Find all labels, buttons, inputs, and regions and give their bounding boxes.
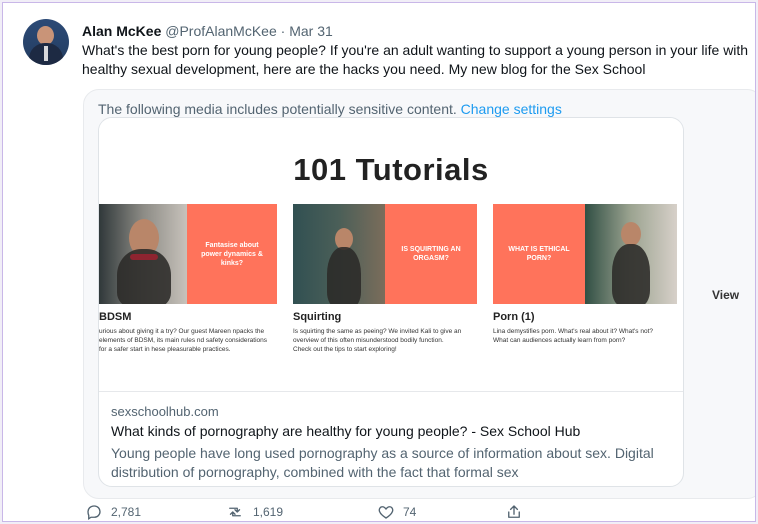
bdsm-title: BDSM	[99, 311, 132, 323]
tweet-container: Alan McKee @ProfAlanMcKee · Mar 31 What'…	[2, 2, 756, 522]
ethical-porn-overlay: WHAT IS ETHICAL PORN?	[493, 204, 585, 304]
tweet-header: Alan McKee @ProfAlanMcKee · Mar 31	[82, 23, 333, 39]
like-count: 74	[403, 505, 417, 519]
view-button[interactable]: View	[712, 288, 739, 302]
squirting-description: Is squirting the same as peeing? We invi…	[293, 328, 462, 353]
retweet-button[interactable]: 1,619	[225, 503, 283, 521]
link-title[interactable]: What kinds of pornography are healthy fo…	[111, 423, 580, 439]
author-name[interactable]: Alan McKee	[82, 23, 161, 39]
reply-icon	[85, 503, 103, 521]
retweet-icon	[225, 503, 245, 521]
collar-icon	[130, 254, 158, 260]
retweet-count: 1,619	[253, 505, 284, 519]
tweet-date[interactable]: Mar 31	[289, 23, 333, 39]
avatar[interactable]	[23, 19, 69, 65]
bdsm-photo	[99, 204, 187, 304]
bdsm-thumbnail: Fantasise about power dynamics & kinks?	[99, 204, 277, 304]
link-domain[interactable]: sexschoolhub.com	[111, 404, 219, 419]
person-body-icon	[612, 244, 650, 304]
preview-title: 101 Tutorials	[293, 152, 489, 187]
heart-icon	[377, 503, 395, 521]
ethical-porn-title: Porn (1)	[493, 311, 535, 323]
person-body-icon	[327, 247, 361, 304]
ethical-porn-description: Lina demystifies porn. What's real about…	[493, 328, 654, 344]
bdsm-description: urious about giving it a try? Our guest …	[99, 328, 267, 353]
like-button[interactable]: 74	[377, 503, 416, 521]
tweet-actions: 2,781 1,619 74	[85, 503, 545, 521]
share-icon	[505, 503, 523, 521]
person-face-icon	[621, 222, 641, 246]
author-handle[interactable]: @ProfAlanMcKee	[165, 23, 276, 39]
avatar-tie-icon	[44, 46, 48, 61]
link-preview-card[interactable]: 101 Tutorials Fantasise about power dyna…	[98, 117, 684, 487]
bdsm-overlay: Fantasise about power dynamics & kinks?	[187, 204, 277, 304]
share-button[interactable]	[505, 503, 523, 521]
squirting-overlay: IS SQUIRTING AN ORGASM?	[385, 204, 477, 304]
tutorial-preview-image[interactable]: 101 Tutorials Fantasise about power dyna…	[99, 118, 683, 392]
change-settings-link[interactable]: Change settings	[461, 101, 562, 117]
sensitive-text: The following media includes potentially…	[98, 101, 457, 117]
squirting-photo	[293, 204, 385, 304]
squirting-thumbnail: IS SQUIRTING AN ORGASM?	[293, 204, 477, 304]
tweet-text: What's the best porn for young people? I…	[82, 42, 749, 77]
reply-count: 2,781	[111, 505, 142, 519]
sensitive-media-card[interactable]: The following media includes potentially…	[83, 89, 755, 499]
ethical-porn-photo	[585, 204, 677, 304]
sensitive-warning: The following media includes potentially…	[98, 101, 562, 117]
link-description: Young people have long used pornography …	[111, 445, 654, 480]
ethical-porn-thumbnail: WHAT IS ETHICAL PORN?	[493, 204, 677, 304]
header-separator: ·	[280, 23, 286, 39]
reply-button[interactable]: 2,781	[85, 503, 141, 521]
squirting-title: Squirting	[293, 311, 342, 323]
